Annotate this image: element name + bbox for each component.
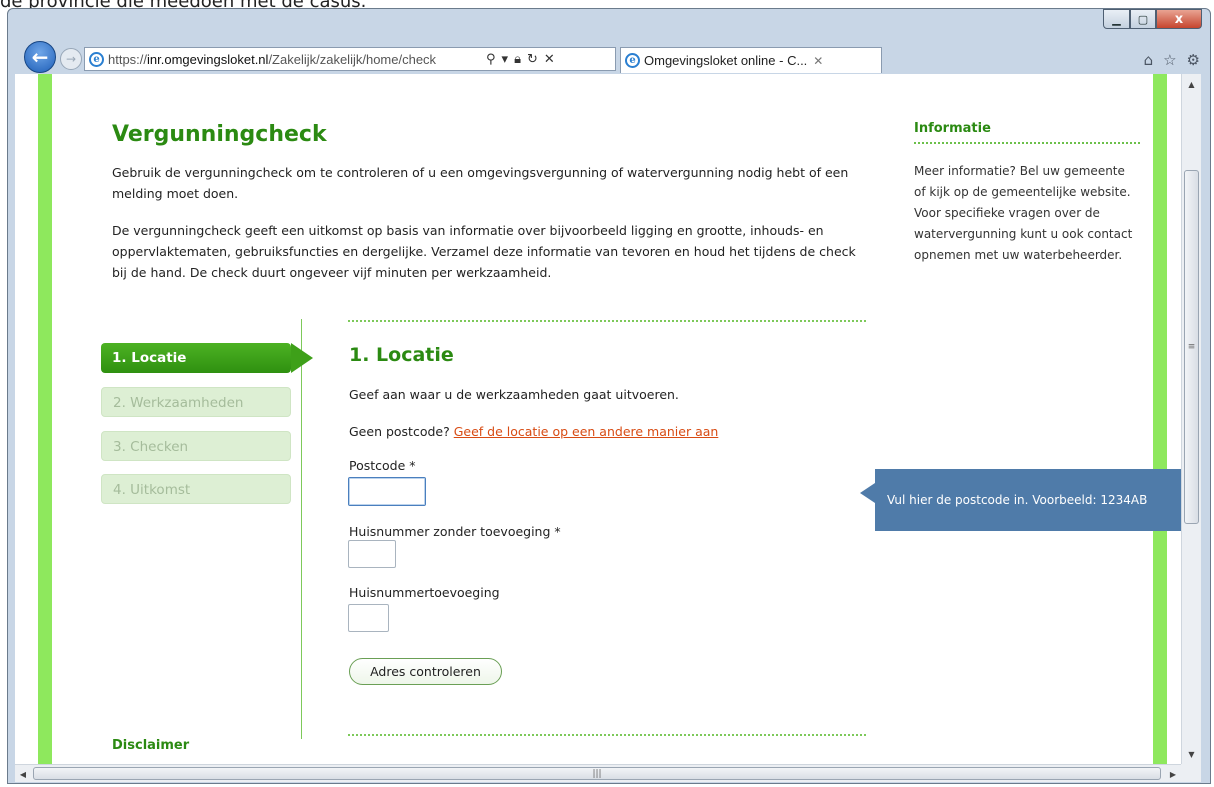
ie-logo-icon: e — [89, 51, 104, 67]
toevoeging-label: Huisnummertoevoeging — [349, 585, 500, 600]
step-3-checken[interactable]: 3. Checken — [101, 431, 291, 461]
sidebar-heading: Informatie — [914, 121, 1140, 144]
left-green-border — [38, 74, 52, 764]
favorites-star-icon[interactable]: ☆ — [1163, 51, 1176, 69]
step-4-uitkomst[interactable]: 4. Uitkomst — [101, 474, 291, 504]
ie-tab-icon: e — [625, 53, 640, 68]
horizontal-scrollbar[interactable]: ◀ ||| ▶ — [15, 764, 1181, 782]
url-host: inr.omgevingsloket.nl — [147, 51, 269, 67]
huisnummer-input[interactable] — [348, 540, 396, 568]
vertical-scroll-thumb[interactable]: ≡ — [1184, 170, 1199, 524]
step-2-werkzaamheden[interactable]: 2. Werkzaamheden — [101, 387, 291, 417]
toevoeging-input[interactable] — [348, 604, 389, 632]
arrow-right-icon: → — [65, 52, 77, 66]
huisnummer-label: Huisnummer zonder toevoeging * — [349, 524, 561, 539]
section-heading: 1. Locatie — [349, 344, 454, 366]
postcode-input[interactable] — [348, 477, 426, 506]
browser-toolbar-right: ⌂ ☆ ⚙ — [1144, 51, 1200, 69]
postcode-label: Postcode * — [349, 458, 416, 473]
dropdown-arrow-icon[interactable]: ▾ — [502, 52, 509, 67]
minimize-button[interactable]: ▁ — [1103, 9, 1130, 29]
page-viewport: Vergunningcheck Gebruik de vergunningche… — [15, 74, 1181, 764]
alternative-location-link[interactable]: Geef de locatie op een andere manier aan — [454, 424, 719, 439]
right-green-border — [1153, 74, 1167, 764]
refresh-icon[interactable]: ↻ — [527, 52, 538, 67]
scroll-down-arrow-icon[interactable]: ▼ — [1182, 746, 1201, 762]
scrollbar-corner — [1181, 764, 1201, 782]
disclaimer-heading[interactable]: Disclaimer — [112, 738, 189, 753]
tab-omgevingsloket[interactable]: e Omgevingsloket online - C... ✕ — [620, 47, 882, 73]
settings-gear-icon[interactable]: ⚙ — [1187, 51, 1200, 69]
steps-divider — [301, 319, 302, 739]
section-instruction: Geef aan waar u de werkzaamheden gaat ui… — [349, 387, 679, 402]
home-icon[interactable]: ⌂ — [1144, 51, 1154, 69]
url-path: /Zakelijk/zakelijk/home/check — [268, 51, 437, 67]
sidebar-text: Meer informatie? Bel uw gemeente of kijk… — [914, 164, 1133, 262]
url-protocol: https:// — [108, 51, 148, 67]
horizontal-scroll-thumb[interactable]: ||| — [33, 767, 1161, 780]
scroll-right-arrow-icon[interactable]: ▶ — [1165, 766, 1181, 782]
scroll-left-arrow-icon[interactable]: ◀ — [15, 766, 31, 782]
page-title: Vergunningcheck — [112, 122, 327, 147]
address-bar[interactable]: e https://inr.omgevingsloket.nl/Zakelijk… — [84, 47, 616, 71]
back-button[interactable]: ← — [24, 41, 56, 73]
intro-paragraph-1: Gebruik de vergunningcheck om te control… — [112, 165, 849, 201]
no-postcode-prefix: Geen postcode? — [349, 424, 450, 439]
address-tools: ⚲ ▾ 🔒︎ ↻ ✕ — [486, 52, 555, 67]
window-controls: ▁ ▢ x — [1103, 9, 1202, 29]
tab-title: Omgevingsloket online - C... — [644, 53, 808, 68]
maximize-button[interactable]: ▢ — [1130, 9, 1156, 29]
step-1-locatie[interactable]: 1. Locatie — [101, 343, 313, 373]
address-url[interactable]: https://inr.omgevingsloket.nl/Zakelijk/z… — [108, 52, 480, 67]
stop-icon[interactable]: ✕ — [544, 52, 555, 67]
forward-button[interactable]: → — [60, 48, 82, 70]
intro-paragraph-2: De vergunningcheck geeft een uitkomst op… — [112, 223, 856, 280]
check-address-button[interactable]: Adres controleren — [349, 658, 502, 685]
dotted-divider-top — [348, 320, 866, 322]
tab-close-icon[interactable]: ✕ — [813, 54, 823, 68]
lock-icon[interactable]: 🔒︎ — [514, 52, 521, 67]
search-icon[interactable]: ⚲ — [486, 52, 496, 67]
vertical-scrollbar[interactable]: ▲ ≡ ▼ — [1181, 74, 1201, 764]
no-postcode-line: Geen postcode? Geef de locatie op een an… — [349, 424, 718, 439]
close-button[interactable]: x — [1156, 9, 1202, 29]
scroll-up-arrow-icon[interactable]: ▲ — [1182, 76, 1201, 92]
arrow-left-icon: ← — [31, 45, 49, 69]
dotted-divider-bottom — [348, 734, 866, 736]
postcode-tooltip: Vul hier de postcode in. Voorbeeld: 1234… — [860, 469, 1181, 531]
